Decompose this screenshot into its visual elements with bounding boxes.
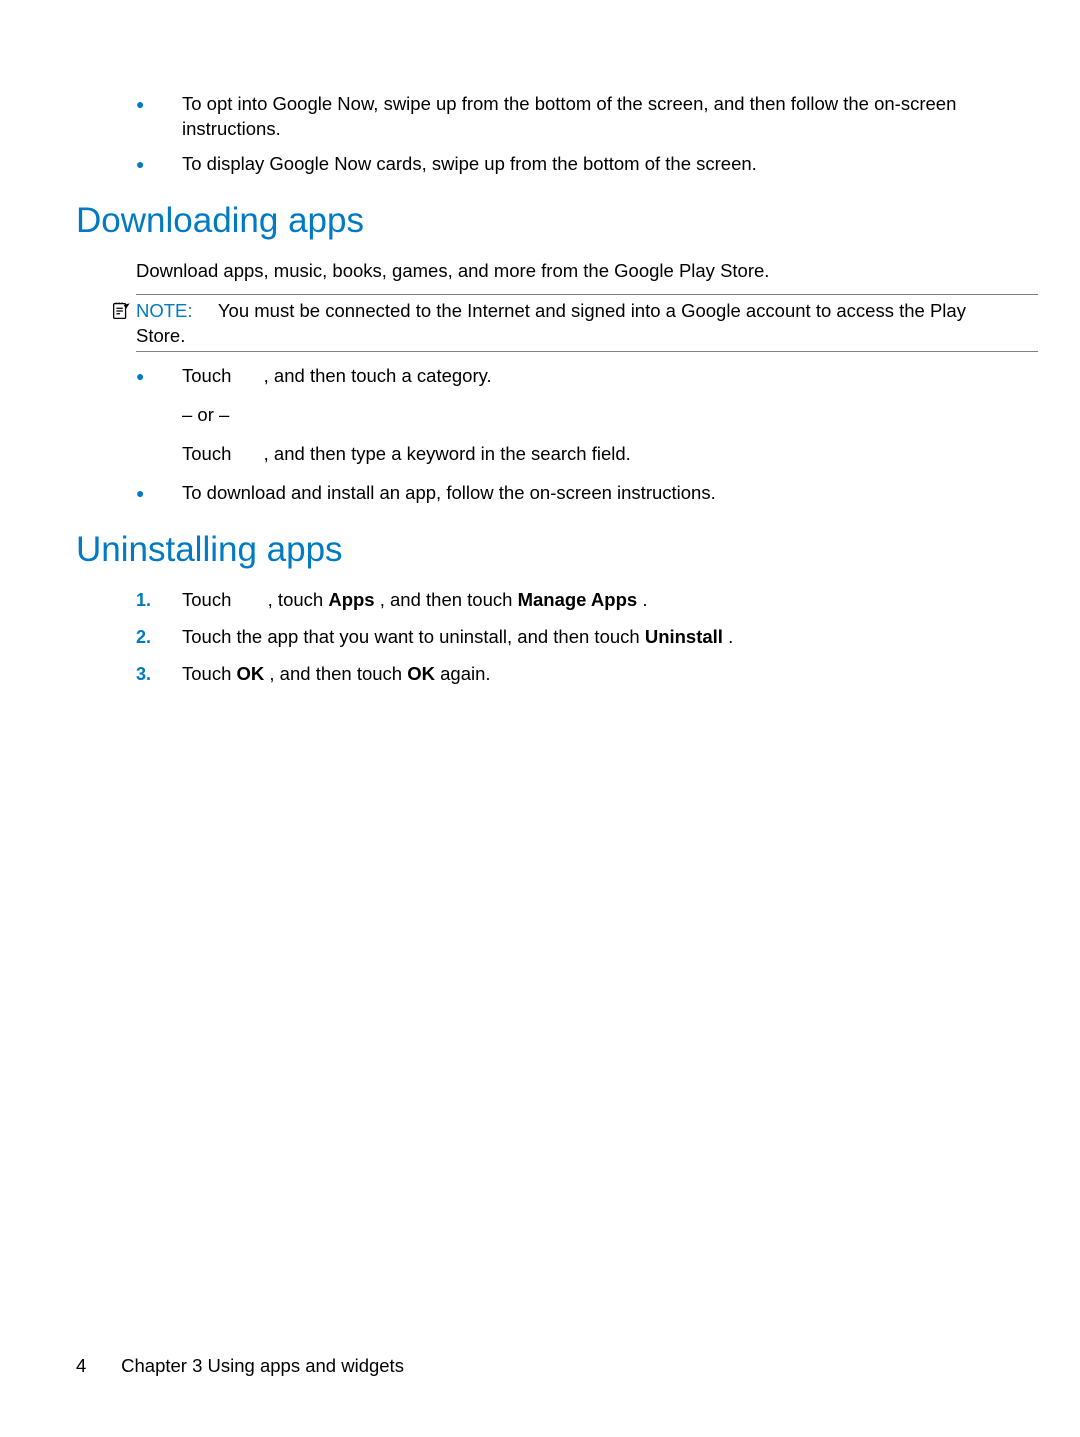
bullet-text: To opt into Google Now, swipe up from th… [182, 93, 956, 139]
text-fragment: , and then touch [380, 589, 518, 610]
list-item: To opt into Google Now, swipe up from th… [136, 92, 1004, 142]
text-fragment: again. [440, 663, 490, 684]
step-item: 2. Touch the app that you want to uninst… [136, 625, 1004, 650]
downloading-intro-paragraph: Download apps, music, books, games, and … [136, 259, 1004, 284]
list-item: To display Google Now cards, swipe up fr… [136, 152, 1004, 177]
bold-text: OK [407, 663, 435, 684]
step-item: 3. Touch OK , and then touch OK again. [136, 662, 1004, 687]
list-item: To download and install an app, follow t… [136, 481, 1004, 506]
text-fragment: Touch [182, 365, 237, 386]
bold-text: Apps [328, 589, 374, 610]
text-fragment: , and then touch [269, 663, 407, 684]
text-fragment: Touch the app that you want to uninstall… [182, 626, 645, 647]
or-separator: – or – [182, 403, 1004, 428]
intro-bullet-list: To opt into Google Now, swipe up from th… [136, 92, 1004, 177]
note-top-rule [136, 294, 1038, 295]
text-fragment: . [728, 626, 733, 647]
heading-downloading-apps: Downloading apps [76, 201, 1004, 241]
text-fragment: , and then type a keyword in the search … [264, 443, 631, 464]
alt-instruction: Touch , and then type a keyword in the s… [182, 442, 1004, 467]
text-fragment: Touch [182, 589, 237, 610]
bold-text: Uninstall [645, 626, 723, 647]
text-fragment: , touch [268, 589, 329, 610]
note-bottom-rule [136, 351, 1038, 352]
page-number: 4 [76, 1355, 116, 1377]
step-number: 1. [136, 588, 151, 612]
note-icon [110, 300, 132, 329]
bold-text: Manage Apps [518, 589, 638, 610]
bullet-text: To display Google Now cards, swipe up fr… [182, 153, 757, 174]
text-fragment: . [642, 589, 647, 610]
note-text: You must be connected to the Internet an… [136, 300, 966, 346]
text-fragment: Touch [182, 443, 237, 464]
chapter-label: Chapter 3 Using apps and widgets [121, 1355, 404, 1376]
bold-text: OK [237, 663, 265, 684]
list-item: Touch , and then touch a category. – or … [136, 364, 1004, 467]
step-number: 2. [136, 625, 151, 649]
text-fragment: , and then touch a category. [264, 365, 492, 386]
step-number: 3. [136, 662, 151, 686]
note-block: NOTE: You must be connected to the Inter… [76, 299, 1004, 349]
bullet-text: To download and install an app, follow t… [182, 482, 716, 503]
heading-uninstalling-apps: Uninstalling apps [76, 530, 1004, 570]
downloading-bullet-list: Touch , and then touch a category. – or … [136, 364, 1004, 506]
page-footer: 4 Chapter 3 Using apps and widgets [76, 1355, 404, 1377]
text-fragment: Touch [182, 663, 237, 684]
note-label: NOTE: [136, 300, 193, 321]
step-item: 1. Touch , touch Apps , and then touch M… [136, 588, 1004, 613]
uninstalling-steps: 1. Touch , touch Apps , and then touch M… [136, 588, 1004, 687]
